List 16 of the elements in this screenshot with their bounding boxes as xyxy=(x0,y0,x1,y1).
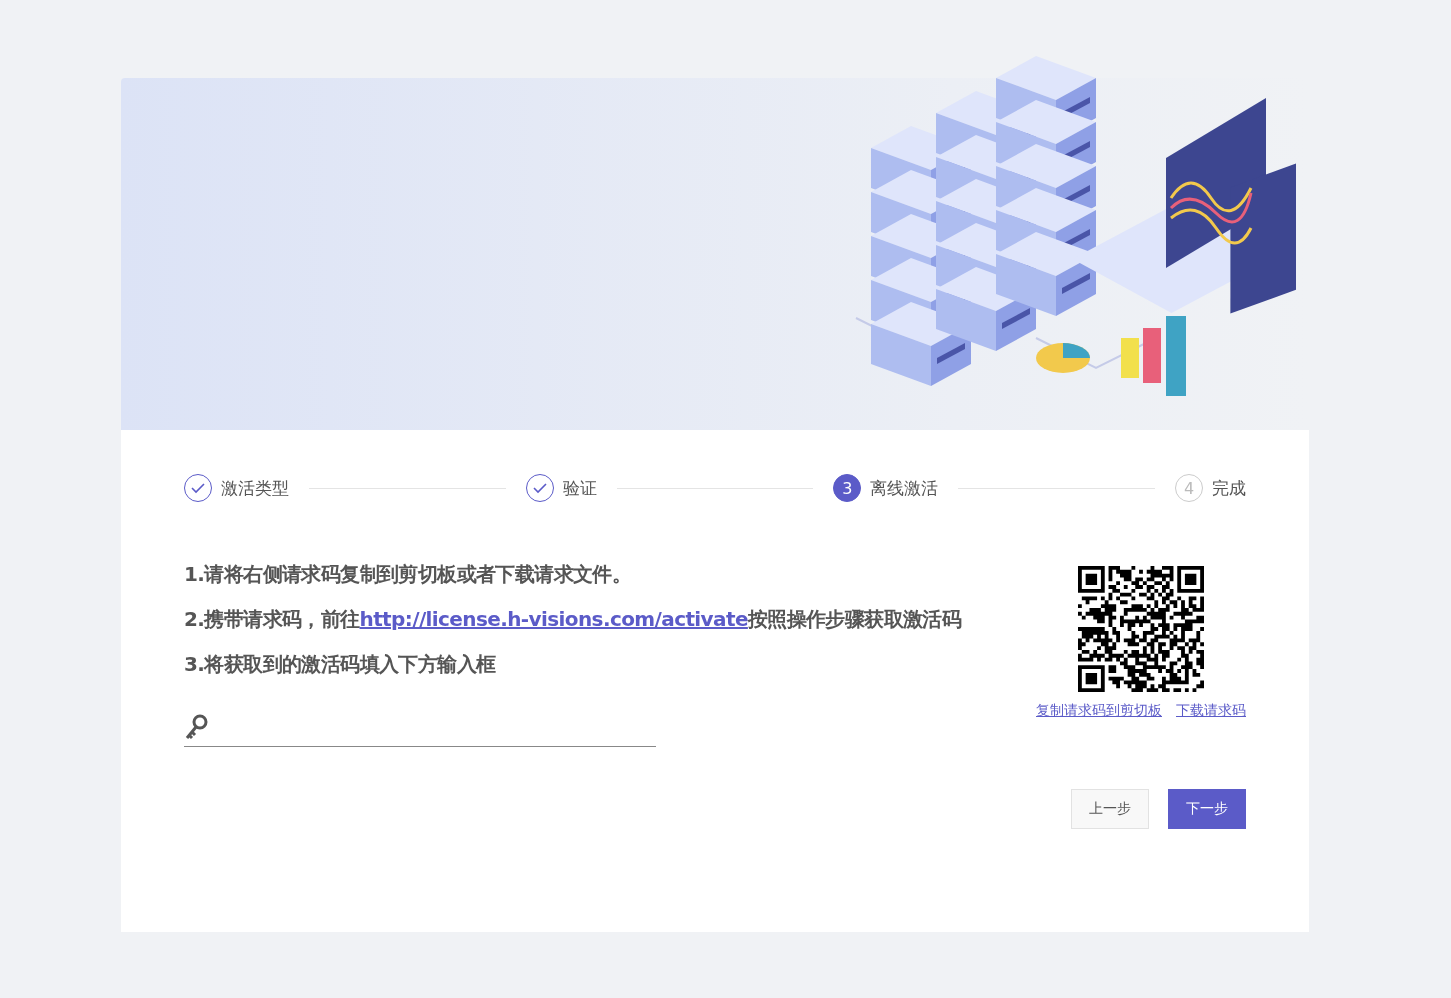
check-icon xyxy=(190,480,206,496)
next-button[interactable]: 下一步 xyxy=(1168,789,1246,829)
request-code-link[interactable]: 下载请求码 xyxy=(1176,702,1246,720)
back-button[interactable]: 上一步 xyxy=(1071,789,1149,829)
step-indicator: 4 xyxy=(1175,474,1203,502)
instruction-text: 1.请将右侧请求码复制到剪切板或者下载请求文件。 xyxy=(184,561,633,588)
step-indicator: 3 xyxy=(833,474,862,502)
step-label: 离线激活 xyxy=(870,476,939,500)
instruction-text: 2.携带请求码，前往http://license.h-visions.com/activate按照操作步骤获取激活码 xyxy=(184,606,962,633)
step-label: 验证 xyxy=(562,476,597,500)
activation-link[interactable]: http://license.h-visions.com/activate xyxy=(359,607,748,631)
step-label: 激活类型 xyxy=(221,476,289,500)
check-icon xyxy=(531,480,548,496)
request-code-link[interactable]: 复制请求码到剪切板 xyxy=(1036,702,1162,720)
instruction-text: 3.将获取到的激活码填入下方输入框 xyxy=(184,651,497,678)
step-label: 完成 xyxy=(1212,476,1246,500)
